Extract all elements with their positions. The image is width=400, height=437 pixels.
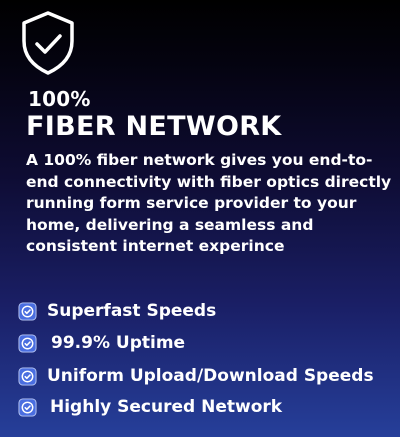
check-badge-icon [18, 366, 37, 386]
feature-item: Uniform Upload/Download Speeds [18, 365, 374, 387]
feature-label: Superfast Speeds [47, 301, 217, 321]
description-text: A 100% fiber network gives you end-to-en… [26, 151, 392, 255]
feature-item: Superfast Speeds [18, 300, 216, 322]
feature-label: 99.9% Uptime [51, 333, 186, 353]
eyebrow-label: 100% [28, 87, 91, 111]
feature-label: Uniform Upload/Download Speeds [47, 366, 374, 386]
feature-item: Highly Secured Network [18, 396, 282, 418]
fiber-network-card: 100% FIBER NETWORK A 100% fiber network … [0, 0, 400, 437]
check-badge-icon [18, 397, 37, 417]
check-badge-icon [18, 301, 37, 321]
page-title: FIBER NETWORK [26, 111, 282, 142]
feature-item: 99.9% Uptime [18, 332, 185, 354]
check-badge-icon [18, 333, 37, 353]
shield-check-icon [22, 11, 74, 75]
feature-label: Highly Secured Network [50, 397, 283, 417]
